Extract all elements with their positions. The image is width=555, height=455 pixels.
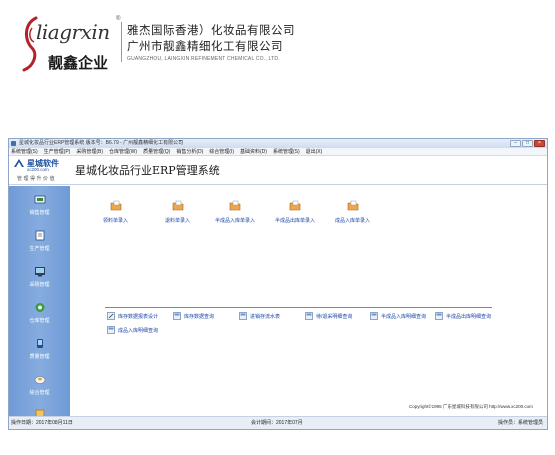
report-stock-query[interactable]: 库存数据查询 [173, 312, 214, 320]
sidebar-item-general[interactable]: 综合管理 [9, 374, 70, 396]
system-title: 星城化妆品行业ERP管理系统 [75, 164, 220, 177]
status-operation-date: 操作日期：2017年08月11日 [11, 420, 73, 426]
sidebar-item-warehouse[interactable]: 仓库管理 [9, 302, 70, 324]
sidebar-item-label: 采购管理 [29, 282, 50, 288]
sidebar-item-more[interactable] [9, 408, 70, 416]
quick-action-finished-inbound[interactable]: 成品入库单录入 [335, 200, 370, 224]
report-edit-icon [107, 312, 115, 320]
sidebar-item-quality[interactable]: 质量管理 [9, 338, 70, 360]
company-logo: liagrxin ® 靓鑫企业 [18, 14, 121, 76]
report-inventory-flow[interactable]: 进销存流水表 [239, 312, 280, 320]
report-label: 待/退采明细查询 [316, 313, 353, 320]
window-controls: – □ × [510, 140, 545, 147]
sidebar-item-label: 生产管理 [29, 246, 50, 252]
menu-bar: 系统管理(S) 生产管理(P) 采购管理(B) 仓库管理(W) 质量管理(Q) … [9, 148, 547, 156]
minimize-button[interactable]: – [510, 140, 521, 147]
company-name-gz: 广州市靓鑫精细化工有限公司 [127, 41, 283, 53]
company-name-en: GUANGZHOU, LAINGXIN REFINEMENT CHEMICAL … [127, 56, 280, 62]
folder-icon [110, 200, 121, 211]
report-label: 半成品出库明细查询 [446, 313, 492, 320]
warehouse-icon [35, 303, 44, 312]
report-label: 库存数据报表设计 [118, 313, 159, 320]
quick-action-label: 成品入库单录入 [335, 218, 371, 224]
quality-icon [36, 339, 43, 348]
menu-production[interactable]: 生产管理(P) [44, 148, 71, 155]
more-module-icon [35, 409, 44, 416]
section-divider [105, 307, 492, 308]
sidebar-item-label: 综合管理 [29, 390, 50, 396]
report-label: 库存数据查询 [184, 313, 215, 320]
general-icon [34, 376, 45, 384]
maximize-button[interactable]: □ [522, 140, 533, 147]
sidebar-item-production[interactable]: 生产管理 [9, 230, 70, 252]
menu-sales-analysis[interactable]: 销售分析(D) [176, 148, 203, 155]
quick-action-material-return[interactable]: 退料单录入 [165, 200, 190, 224]
report-label: 进销存流水表 [250, 313, 281, 320]
quick-action-semi-outbound[interactable]: 半成品出库单录入 [275, 200, 315, 224]
menu-system-admin[interactable]: 系统管理(S) [273, 148, 300, 155]
logo-script-text: liagrxin [36, 20, 110, 44]
logo-chinese-text: 靓鑫企业 [48, 54, 109, 72]
folder-icon [347, 200, 358, 211]
report-icon [107, 326, 115, 334]
folder-icon [229, 200, 241, 211]
menu-general[interactable]: 综合管理(I) [209, 148, 234, 155]
menu-exit[interactable]: 退出(X) [306, 148, 323, 155]
report-icon [305, 312, 313, 320]
window-title: 星城化妆品行业ERP管理系统 版本号：B6.79 - 广州靓鑫精细化工有限公司 [19, 140, 184, 146]
window-titlebar: 星城化妆品行业ERP管理系统 版本号：B6.79 - 广州靓鑫精细化工有限公司 … [9, 139, 547, 148]
erp-window: 星城化妆品行业ERP管理系统 版本号：B6.79 - 广州靓鑫精细化工有限公司 … [8, 138, 548, 430]
sidebar-item-label: 销售管理 [29, 210, 50, 216]
app-icon [11, 141, 16, 146]
status-bar: 操作日期：2017年08月11日 会计期间：2017年07月 操作员：系统管理员 [9, 416, 547, 429]
folder-icon [289, 200, 301, 211]
brand-url: xc200.com [27, 167, 49, 172]
report-semi-inbound-detail[interactable]: 半成品入库明细查询 [370, 312, 426, 320]
report-label: 成品入库明细查询 [118, 327, 159, 334]
report-icon [239, 312, 247, 320]
close-button[interactable]: × [534, 140, 545, 147]
report-semi-outbound-detail[interactable]: 半成品出库明细查询 [435, 312, 491, 320]
sidebar-item-label: 仓库管理 [29, 318, 50, 324]
sidebar-item-purchase[interactable]: 采购管理 [9, 266, 70, 288]
quick-action-label: 领料单录入 [103, 218, 129, 224]
menu-system[interactable]: 系统管理(S) [11, 148, 38, 155]
report-return-detail[interactable]: 待/退采明细查询 [305, 312, 352, 320]
header-divider [121, 22, 122, 62]
menu-warehouse[interactable]: 仓库管理(W) [109, 148, 137, 155]
status-accounting-period: 会计期间：2017年07月 [251, 420, 303, 426]
sales-icon [34, 195, 45, 204]
report-stock-design[interactable]: 库存数据报表设计 [107, 312, 158, 320]
quick-action-label: 退料单录入 [165, 218, 191, 224]
status-operator: 操作员：系统管理员 [497, 420, 543, 426]
star-city-logo-icon [14, 159, 24, 167]
report-finished-inbound-detail[interactable]: 成品入库明细查询 [107, 326, 158, 334]
menu-purchase[interactable]: 采购管理(B) [76, 148, 103, 155]
report-icon [435, 312, 443, 320]
report-icon [370, 312, 378, 320]
registered-mark: ® [116, 16, 121, 22]
module-sidebar: 销售管理 生产管理 采购管理 仓库管理 质量管理 综合管理 [9, 186, 70, 416]
quick-action-label: 半成品入库单录入 [215, 218, 256, 224]
menu-basic-data[interactable]: 基础资料(D) [240, 148, 267, 155]
report-label: 半成品入库明细查询 [381, 313, 427, 320]
report-icon [173, 312, 181, 320]
main-panel: 领料单录入 退料单录入 半成品入库单录入 半成品出库单录入 成品入库单录入 库存… [71, 186, 547, 416]
sidebar-item-label: 质量管理 [29, 354, 50, 360]
folder-icon [172, 200, 183, 211]
production-icon [35, 230, 44, 241]
app-banner: 星城软件 xc200.com 管理得升价值 星城化妆品行业ERP管理系统 [9, 156, 547, 185]
brand-slogan: 管理得升价值 [17, 176, 57, 182]
company-name-hk: 雅杰国际香港）化妆品有限公司 [127, 25, 295, 37]
copyright-text: Copyright©1995 广东星城科技有限公司 http://www.xc2… [409, 404, 533, 409]
quick-action-label: 半成品出库单录入 [275, 218, 316, 224]
quick-action-material-requisition[interactable]: 领料单录入 [103, 200, 128, 224]
sidebar-item-sales[interactable]: 销售管理 [9, 194, 70, 216]
purchase-icon [34, 267, 45, 277]
menu-quality[interactable]: 质量管理(Q) [143, 148, 170, 155]
quick-action-semi-inbound[interactable]: 半成品入库单录入 [215, 200, 255, 224]
